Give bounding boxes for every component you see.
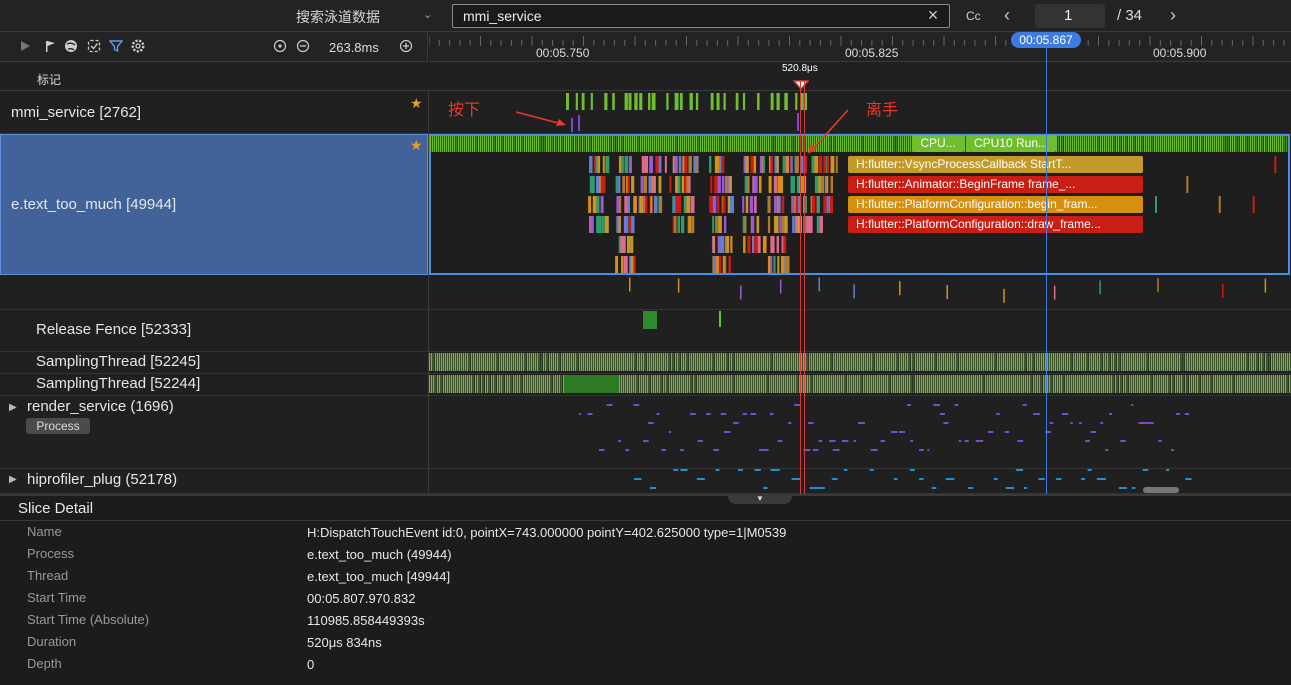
cursor-line	[1046, 48, 1047, 494]
result-total: / 34	[1117, 7, 1143, 24]
detail-key: Start Time	[27, 590, 87, 605]
search-input-value[interactable]: mmi_service	[463, 8, 542, 24]
globe-icon[interactable]	[64, 39, 78, 53]
detail-value: 110985.858449393s	[307, 613, 425, 628]
horizontal-scrollbar[interactable]	[1143, 487, 1179, 493]
zoom-out-icon[interactable]	[296, 39, 310, 53]
star-icon[interactable]: ★	[410, 137, 423, 154]
trace-slice[interactable]: H:flutter::PlatformConfiguration::draw_f…	[848, 216, 1143, 233]
cpu-slice[interactable]: CPU10 Run...	[966, 135, 1056, 152]
zoom-level: 263.8ms	[329, 40, 379, 55]
detail-key: Duration	[27, 634, 77, 649]
track-label-hiprof: hiprofiler_plug (52178)	[27, 471, 178, 488]
play-icon[interactable]	[18, 39, 32, 53]
track-label-main: e.text_too_much [49944]	[11, 196, 177, 213]
cursor-time-badge[interactable]: 00:05.867	[1011, 32, 1081, 48]
detail-key: Start Time (Absolute)	[27, 612, 150, 627]
track-label-render: render_service (1696)	[27, 398, 174, 415]
detail-value: e.text_too_much [49944]	[307, 569, 451, 584]
detail-value: e.text_too_much (49944)	[307, 547, 452, 562]
tick-label: 00:05.900	[1153, 46, 1207, 60]
trace-slice[interactable]: H:flutter::PlatformConfiguration::begin_…	[848, 196, 1143, 213]
result-index-value[interactable]: 1	[1064, 7, 1072, 24]
detail-value: H:DispatchTouchEvent id:0, pointX=743.00…	[307, 525, 787, 540]
annotation-arrows	[515, 109, 849, 154]
search-scope-label[interactable]: 搜索泳道数据	[296, 7, 380, 27]
reset-zoom-icon[interactable]	[273, 39, 287, 53]
slice-detail-title: Slice Detail	[18, 500, 94, 517]
flag-icon[interactable]	[43, 39, 57, 53]
detail-value: 00:05.807.970.832	[307, 591, 416, 606]
tick-label: 00:05.750	[536, 46, 590, 60]
divider	[0, 520, 1291, 521]
trace-slice[interactable]: H:flutter::VsyncProcessCallback StartT..…	[848, 156, 1143, 173]
track-label-sampling2: SamplingThread [52244]	[36, 375, 201, 392]
expand-icon[interactable]: ▶	[9, 474, 17, 485]
slice-detail-panel	[0, 494, 1291, 685]
collapse-panel-button[interactable]: ▼	[728, 494, 792, 504]
cpu-slice[interactable]: CPU...	[912, 135, 964, 152]
next-result-button[interactable]: ›	[1170, 5, 1176, 26]
gear-icon[interactable]	[131, 39, 145, 53]
detail-key: Process	[27, 546, 74, 561]
detail-value: 520μs 834ns	[307, 635, 382, 650]
star-icon[interactable]: ★	[410, 95, 423, 112]
filter-icon[interactable]	[109, 39, 123, 53]
detail-key: Depth	[27, 656, 62, 671]
marker-row	[0, 62, 1291, 91]
annotation-release: 离手	[866, 102, 899, 119]
capture-icon[interactable]	[87, 39, 101, 53]
track-label-release: Release Fence [52333]	[36, 321, 192, 338]
selection-marker-icon[interactable]	[793, 80, 809, 90]
selection-range-label: 520.8μs	[782, 63, 818, 74]
previous-result-button[interactable]: ‹	[1004, 5, 1010, 26]
match-case-button[interactable]: Cc	[966, 9, 981, 23]
detail-value: 0	[307, 657, 315, 672]
chevron-down-icon[interactable]: ⌄	[423, 8, 435, 22]
annotation-press: 按下	[448, 102, 481, 119]
close-icon[interactable]: ×	[924, 5, 942, 25]
process-badge: Process	[26, 418, 90, 434]
tick-label: 00:05.825	[845, 46, 899, 60]
zoom-in-icon[interactable]	[399, 39, 413, 53]
trace-slice[interactable]: H:flutter::Animator::BeginFrame frame_..…	[848, 176, 1143, 193]
marker-row-label: 标记	[37, 73, 62, 87]
track-label-mmi: mmi_service [2762]	[11, 104, 142, 121]
track-label-sampling1: SamplingThread [52245]	[36, 353, 201, 370]
detail-key: Name	[27, 524, 62, 539]
expand-icon[interactable]: ▶	[9, 402, 17, 413]
detail-key: Thread	[27, 568, 69, 583]
